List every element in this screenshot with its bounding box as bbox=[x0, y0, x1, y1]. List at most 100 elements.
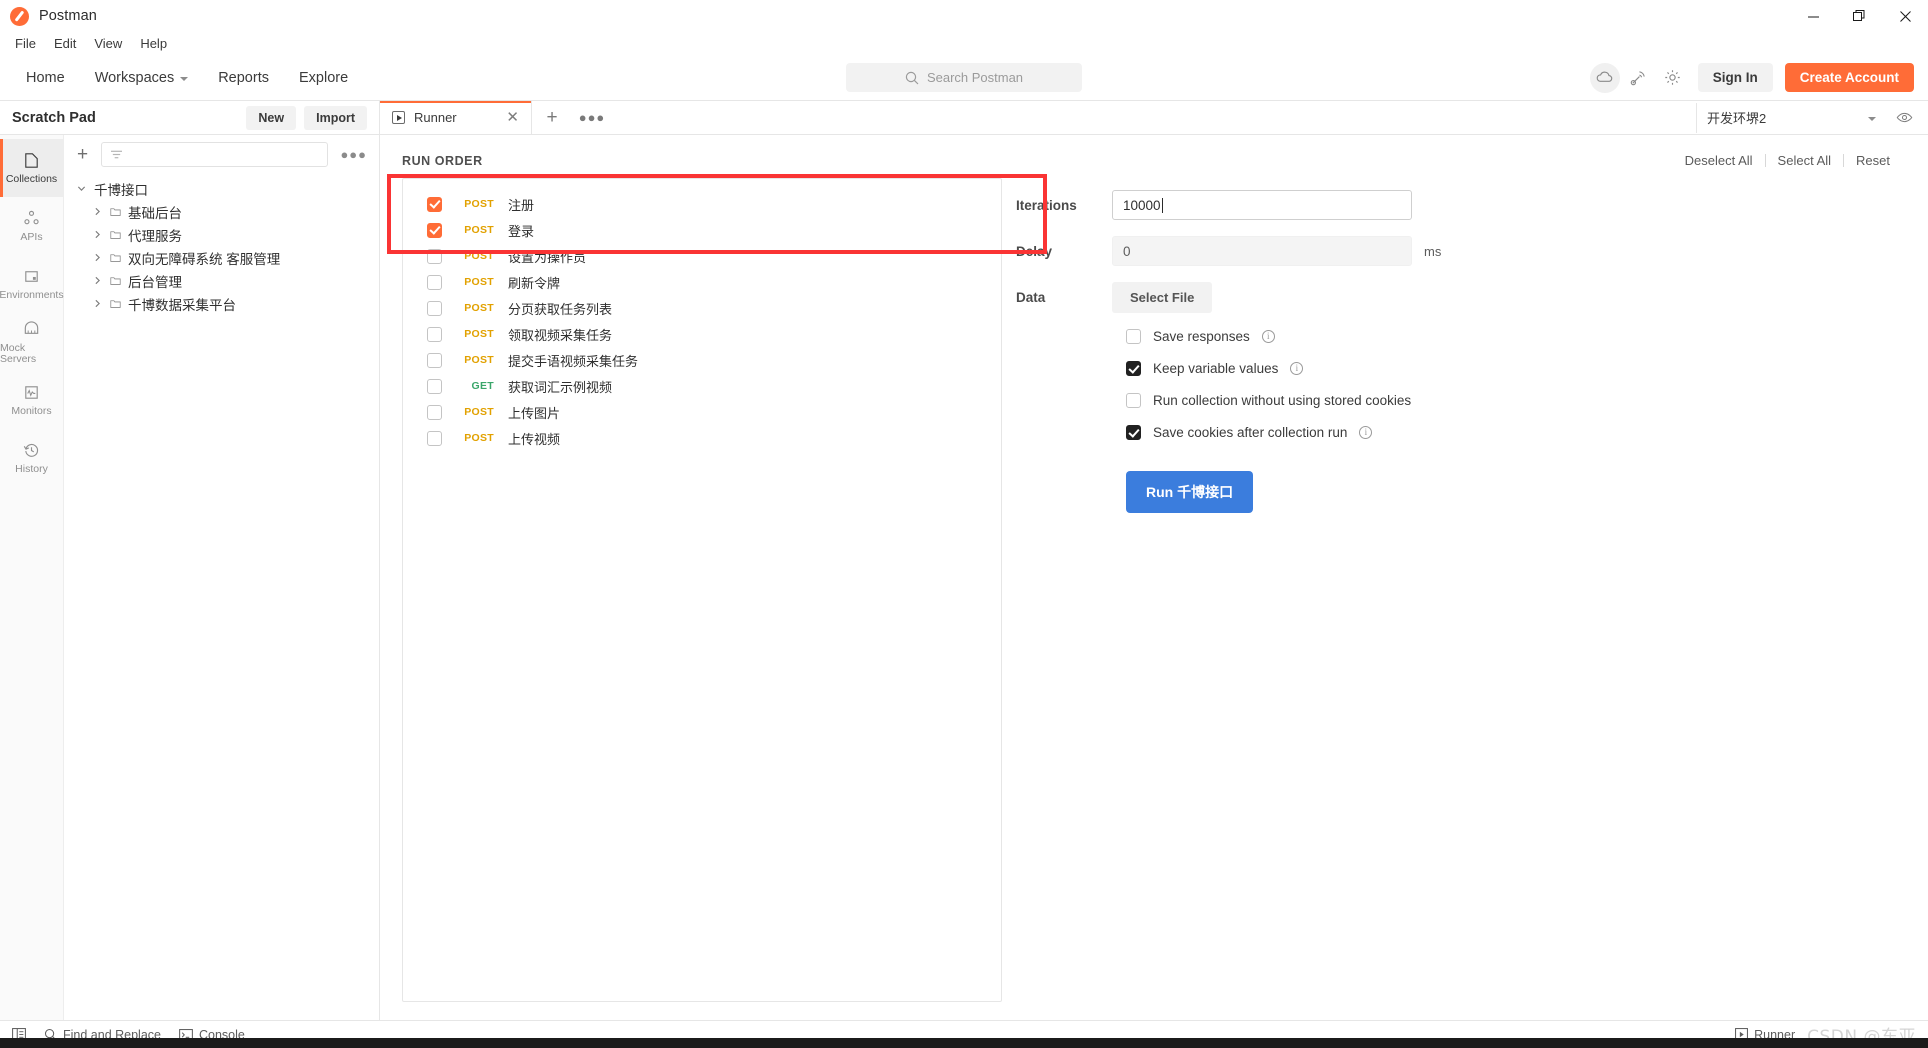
collections-icon bbox=[25, 153, 38, 168]
menu-edit[interactable]: Edit bbox=[45, 34, 85, 53]
request-checkbox[interactable] bbox=[427, 300, 442, 316]
save-cookies-checkbox[interactable] bbox=[1126, 425, 1141, 440]
filter-input[interactable] bbox=[101, 141, 329, 167]
sidebar-item-mock-servers[interactable]: Mock Servers bbox=[0, 313, 63, 371]
option-run-without-cookies[interactable]: Run collection without using stored cook… bbox=[1002, 393, 1906, 408]
tree-folder-item[interactable]: 千博数据采集平台 bbox=[64, 292, 379, 315]
new-collection-button[interactable]: + bbox=[74, 145, 91, 164]
select-all-button[interactable]: Select All bbox=[1766, 153, 1843, 168]
info-icon[interactable]: i bbox=[1290, 362, 1304, 375]
request-row[interactable]: POST 注册 bbox=[403, 191, 1001, 217]
info-icon[interactable]: i bbox=[1261, 330, 1275, 343]
request-row[interactable]: POST 上传图片 bbox=[403, 399, 1001, 425]
info-icon[interactable]: i bbox=[1359, 426, 1373, 439]
minimize-button[interactable] bbox=[1790, 0, 1836, 32]
request-checkbox[interactable] bbox=[427, 430, 442, 446]
request-row[interactable]: POST 设置为操作员 bbox=[403, 243, 1001, 269]
chevron-right-icon bbox=[92, 275, 103, 286]
tree-folder-label: 双向无障碍系统 客服管理 bbox=[128, 251, 281, 267]
new-tab-button[interactable]: + bbox=[532, 101, 572, 134]
option-save-cookies[interactable]: Save cookies after collection run i bbox=[1002, 425, 1906, 440]
tree-folder-item[interactable]: 基础后台 bbox=[64, 200, 379, 223]
sign-in-button[interactable]: Sign In bbox=[1697, 63, 1773, 92]
environment-selector-value: 开发环堺2 bbox=[1707, 111, 1767, 126]
request-name: 上传视频 bbox=[508, 431, 561, 447]
request-row[interactable]: POST 提交手语视频采集任务 bbox=[403, 347, 1001, 373]
request-row[interactable]: POST 登录 bbox=[403, 217, 1001, 243]
nav-workspaces[interactable]: Workspaces bbox=[83, 64, 201, 92]
request-checkbox[interactable] bbox=[427, 248, 442, 264]
sidebar-item-apis[interactable]: APIs bbox=[0, 197, 63, 255]
tree-folder-item[interactable]: 代理服务 bbox=[64, 223, 379, 246]
tree-folder-item[interactable]: 双向无障碍系统 客服管理 bbox=[64, 246, 379, 269]
request-checkbox[interactable] bbox=[427, 222, 442, 238]
request-checkbox[interactable] bbox=[427, 352, 442, 368]
search-input[interactable]: Search Postman bbox=[846, 63, 1082, 92]
request-checkbox[interactable] bbox=[427, 378, 442, 394]
tree-root-item[interactable]: 千博接口 bbox=[64, 177, 379, 200]
run-without-cookies-label: Run collection without using stored cook… bbox=[1153, 393, 1412, 408]
option-save-responses[interactable]: Save responses i bbox=[1002, 329, 1906, 344]
request-checkbox[interactable] bbox=[427, 274, 442, 290]
sidebar-item-mock-servers-label: Mock Servers bbox=[0, 342, 37, 365]
run-collection-button[interactable]: Run 千博接口 bbox=[1126, 471, 1254, 513]
request-row[interactable]: GET 获取词汇示例视频 bbox=[403, 373, 1001, 399]
menu-help[interactable]: Help bbox=[131, 34, 176, 53]
save-responses-checkbox[interactable] bbox=[1126, 329, 1141, 344]
cloud-offline-icon[interactable] bbox=[1589, 62, 1620, 93]
nav-reports[interactable]: Reports bbox=[206, 64, 281, 92]
request-checkbox[interactable] bbox=[427, 404, 442, 420]
collections-more-button[interactable]: ●●● bbox=[338, 147, 369, 162]
request-name: 提交手语视频采集任务 bbox=[508, 353, 639, 369]
tabs-more-button[interactable]: ●●● bbox=[572, 101, 612, 134]
new-button[interactable]: New bbox=[246, 105, 297, 130]
sidebar-item-environments[interactable]: Environments bbox=[0, 255, 64, 313]
save-cookies-label: Save cookies after collection run bbox=[1153, 425, 1348, 440]
nav-explore[interactable]: Explore bbox=[287, 64, 360, 92]
request-row[interactable]: POST 上传视频 bbox=[403, 425, 1001, 451]
delay-input[interactable]: 0 bbox=[1112, 236, 1412, 266]
maximize-button[interactable] bbox=[1836, 0, 1882, 32]
data-label: Data bbox=[1016, 290, 1046, 305]
request-row[interactable]: POST 刷新令牌 bbox=[403, 269, 1001, 295]
request-name: 设置为操作员 bbox=[508, 249, 587, 265]
option-keep-variable-values[interactable]: Keep variable values i bbox=[1002, 361, 1906, 376]
sidebar-item-history[interactable]: History bbox=[0, 429, 63, 487]
close-icon[interactable]: ✕ bbox=[506, 110, 519, 125]
request-checkbox[interactable] bbox=[427, 326, 442, 342]
menu-view[interactable]: View bbox=[85, 34, 131, 53]
runner-icon bbox=[392, 111, 405, 124]
sidebar-item-monitors-label: Monitors bbox=[11, 405, 52, 418]
iterations-input[interactable]: 10000 bbox=[1112, 190, 1412, 220]
tree-folder-item[interactable]: 后台管理 bbox=[64, 269, 379, 292]
nav-workspaces-label: Workspaces bbox=[94, 69, 175, 86]
request-row[interactable]: POST 领取视频采集任务 bbox=[403, 321, 1001, 347]
text-caret bbox=[1161, 197, 1163, 213]
import-button[interactable]: Import bbox=[304, 105, 367, 130]
close-button[interactable] bbox=[1882, 0, 1928, 32]
runner-body: POST 注册 POST 登录 POST 设置为操作员 POST 刷新令牌 PO… bbox=[380, 178, 1928, 1020]
create-account-button[interactable]: Create Account bbox=[1784, 63, 1914, 92]
keep-variable-values-checkbox[interactable] bbox=[1126, 361, 1141, 376]
run-without-cookies-checkbox[interactable] bbox=[1126, 393, 1141, 408]
environment-quick-look-icon[interactable] bbox=[1890, 104, 1918, 132]
sidebar-item-collections-label: Collections bbox=[5, 173, 58, 186]
gear-icon[interactable] bbox=[1658, 63, 1688, 93]
chevron-right-icon bbox=[92, 298, 103, 309]
request-name: 分页获取任务列表 bbox=[508, 301, 613, 317]
select-file-button[interactable]: Select File bbox=[1112, 282, 1213, 313]
request-checkbox[interactable] bbox=[427, 196, 442, 212]
sidebar-item-monitors[interactable]: Monitors bbox=[0, 371, 63, 429]
environment-selector[interactable]: 开发环堺2 bbox=[1696, 102, 1886, 133]
menu-file[interactable]: File bbox=[6, 34, 45, 53]
deselect-all-button[interactable]: Deselect All bbox=[1673, 153, 1765, 168]
delay-label: Delay bbox=[1016, 243, 1053, 259]
sidebar-item-collections[interactable]: Collections bbox=[0, 139, 63, 197]
run-order-actions: Deselect All Select All Reset bbox=[1673, 153, 1902, 168]
nav-home[interactable]: Home bbox=[14, 64, 77, 92]
request-row[interactable]: POST 分页获取任务列表 bbox=[403, 295, 1001, 321]
satellite-icon[interactable] bbox=[1624, 63, 1654, 93]
tab-runner[interactable]: Runner ✕ bbox=[380, 101, 532, 134]
os-taskbar-sliver bbox=[0, 1038, 1928, 1048]
reset-button[interactable]: Reset bbox=[1844, 153, 1902, 168]
